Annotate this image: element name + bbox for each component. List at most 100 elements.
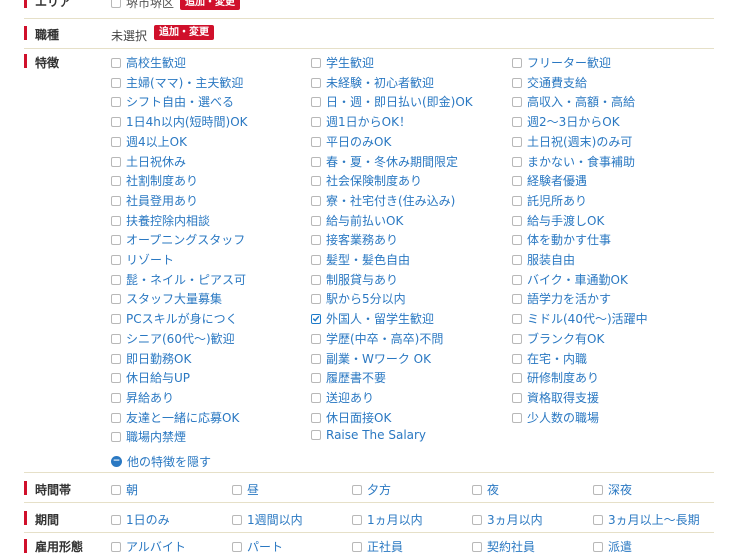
option-checkbox[interactable]: 深夜 xyxy=(593,481,632,498)
option-checkbox[interactable]: 資格取得支援 xyxy=(512,389,599,406)
checkbox-box[interactable] xyxy=(593,514,603,525)
checkbox-box[interactable] xyxy=(512,313,522,324)
option-checkbox[interactable]: 社割制度あり xyxy=(111,172,198,189)
option-checkbox[interactable]: 学生歓迎 xyxy=(311,54,374,71)
checkbox-box[interactable] xyxy=(232,484,242,495)
option-checkbox[interactable]: フリーター歓迎 xyxy=(512,54,611,71)
option-checkbox[interactable]: ミドル(40代〜)活躍中 xyxy=(512,310,648,327)
checkbox-box[interactable] xyxy=(512,215,522,226)
checkbox-box[interactable] xyxy=(512,254,522,265)
checkbox-box[interactable] xyxy=(311,274,321,285)
checkbox-box[interactable] xyxy=(111,274,121,285)
option-checkbox[interactable]: 送迎あり xyxy=(311,389,374,406)
checkbox-box[interactable] xyxy=(311,136,321,147)
checkbox-box[interactable] xyxy=(512,333,522,344)
option-checkbox[interactable]: 接客業務あり xyxy=(311,231,398,248)
checkbox-box[interactable] xyxy=(512,392,522,403)
checkbox-box[interactable] xyxy=(111,412,121,423)
checkbox-box[interactable] xyxy=(352,484,362,495)
option-checkbox[interactable]: 職場内禁煙 xyxy=(111,428,186,445)
checkbox-box[interactable] xyxy=(111,77,121,88)
checkbox-box[interactable] xyxy=(111,293,121,304)
option-checkbox[interactable]: 外国人・留学生歓迎 xyxy=(311,310,434,327)
option-checkbox[interactable]: 少人数の職場 xyxy=(512,409,599,426)
checkbox-box[interactable] xyxy=(311,156,321,167)
checkbox-box[interactable] xyxy=(111,96,121,107)
checkbox-box[interactable] xyxy=(111,484,121,495)
checkbox-box[interactable] xyxy=(472,484,482,495)
area-checkbox[interactable]: 堺市堺区 xyxy=(111,0,174,11)
option-checkbox[interactable]: 夜 xyxy=(472,481,499,498)
checkbox-box[interactable] xyxy=(311,353,321,364)
option-checkbox[interactable]: 週1日からOK！ xyxy=(311,113,411,130)
checkbox-box[interactable] xyxy=(232,514,242,525)
checkbox-box[interactable] xyxy=(311,175,321,186)
checkbox-box[interactable] xyxy=(311,77,321,88)
checkbox-box[interactable] xyxy=(311,293,321,304)
option-checkbox[interactable]: 研修制度あり xyxy=(512,369,599,386)
checkbox-box[interactable] xyxy=(512,293,522,304)
checkbox-box[interactable] xyxy=(352,541,362,552)
option-checkbox[interactable]: 契約社員 xyxy=(472,538,535,555)
option-checkbox[interactable]: 服装自由 xyxy=(512,251,575,268)
checkbox-box[interactable] xyxy=(111,116,121,127)
option-checkbox[interactable]: 派遣 xyxy=(593,538,632,555)
option-checkbox[interactable]: 社員登用あり xyxy=(111,192,198,209)
checkbox-box[interactable] xyxy=(311,372,321,383)
option-checkbox[interactable]: 履歴書不要 xyxy=(311,369,386,386)
option-checkbox[interactable]: Raise The Salary xyxy=(311,428,426,442)
checkbox-box[interactable] xyxy=(512,96,522,107)
checkbox-box[interactable] xyxy=(593,484,603,495)
option-checkbox[interactable]: 週4以上OK xyxy=(111,133,187,150)
checkbox-box[interactable] xyxy=(472,541,482,552)
option-checkbox[interactable]: 髪型・髪色自由 xyxy=(311,251,410,268)
checkbox-box[interactable] xyxy=(593,541,603,552)
option-checkbox[interactable]: シフト自由・選べる xyxy=(111,93,234,110)
option-checkbox[interactable]: 在宅・内職 xyxy=(512,350,587,367)
option-checkbox[interactable]: シニア(60代〜)歓迎 xyxy=(111,330,235,347)
checkbox-box[interactable] xyxy=(311,254,321,265)
option-checkbox[interactable]: 託児所あり xyxy=(512,192,587,209)
option-checkbox[interactable]: まかない・食事補助 xyxy=(512,153,635,170)
option-checkbox[interactable]: 夕方 xyxy=(352,481,391,498)
option-checkbox[interactable]: 平日のみOK xyxy=(311,133,391,150)
checkbox-box[interactable] xyxy=(512,353,522,364)
checkbox-box[interactable] xyxy=(512,57,522,68)
option-checkbox[interactable]: 扶養控除内相談 xyxy=(111,212,210,229)
checkbox-box[interactable] xyxy=(512,274,522,285)
checkbox-box[interactable] xyxy=(111,175,121,186)
checkbox-box[interactable] xyxy=(111,57,121,68)
option-checkbox[interactable]: 日・週・即日払い(即金)OK xyxy=(311,93,473,110)
checkbox-box[interactable] xyxy=(111,313,121,324)
option-checkbox[interactable]: 土日祝休み xyxy=(111,153,186,170)
option-checkbox[interactable]: 土日祝(週末)のみ可 xyxy=(512,133,632,150)
option-checkbox[interactable]: 副業・Wワーク OK xyxy=(311,350,431,367)
option-checkbox[interactable]: 経験者優遇 xyxy=(512,172,587,189)
checkbox-box[interactable] xyxy=(311,412,321,423)
option-checkbox[interactable]: 正社員 xyxy=(352,538,403,555)
option-checkbox[interactable]: 週2〜3日からOK xyxy=(512,113,620,130)
checkbox-box[interactable] xyxy=(111,353,121,364)
checkbox-box[interactable] xyxy=(311,57,321,68)
option-checkbox[interactable]: PCスキルが身につく xyxy=(111,310,238,327)
option-checkbox[interactable]: 1週間以内 xyxy=(232,511,303,528)
option-checkbox[interactable]: 語学力を活かす xyxy=(512,290,611,307)
checkbox-box[interactable] xyxy=(111,254,121,265)
option-checkbox[interactable]: 髭・ネイル・ピアス可 xyxy=(111,271,246,288)
checkbox-box[interactable] xyxy=(111,431,121,442)
option-checkbox[interactable]: 休日面接OK xyxy=(311,409,391,426)
option-checkbox[interactable]: 交通費支給 xyxy=(512,74,587,91)
checkbox-box[interactable] xyxy=(111,392,121,403)
checkbox-box[interactable] xyxy=(111,195,121,206)
option-checkbox[interactable]: パート xyxy=(232,538,283,555)
option-checkbox[interactable]: 駅から5分以内 xyxy=(311,290,406,307)
checkbox-box[interactable] xyxy=(512,116,522,127)
option-checkbox[interactable]: 学歴(中卒・高卒)不問 xyxy=(311,330,443,347)
checkbox-box[interactable] xyxy=(512,156,522,167)
checkbox-box[interactable] xyxy=(512,372,522,383)
checkbox-box[interactable] xyxy=(311,215,321,226)
checkbox-box[interactable] xyxy=(311,195,321,206)
checkbox-box[interactable] xyxy=(111,514,121,525)
checkbox-box[interactable] xyxy=(111,136,121,147)
option-checkbox[interactable]: 昼 xyxy=(232,481,259,498)
